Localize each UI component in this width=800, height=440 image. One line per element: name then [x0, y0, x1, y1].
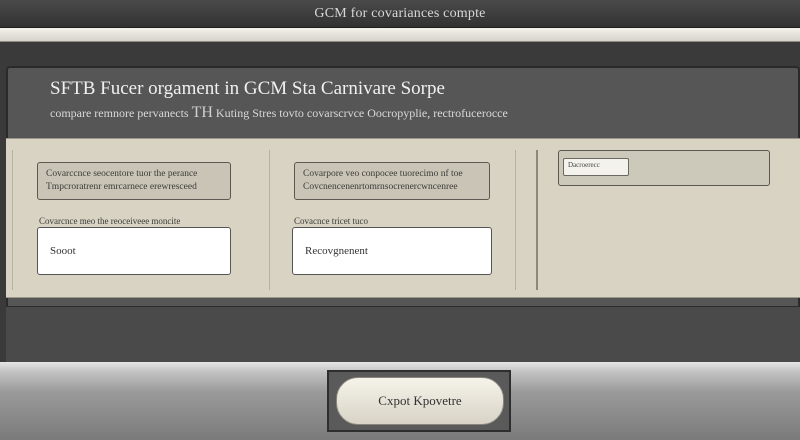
window-title: GCM for covariances compte — [314, 5, 486, 21]
panel-footer — [6, 306, 800, 362]
subtitle-text-pre: compare remnore pervanects — [50, 106, 189, 120]
notice-middle-line2: Covcnencenenrtomrnsocrenercwncenree — [303, 182, 458, 192]
status-box: Dacroerecc — [558, 150, 770, 186]
text-input-middle[interactable]: Recovgnenent — [292, 227, 492, 275]
info-notice-left: Covarccnce seocentore tuor the perance T… — [37, 162, 231, 200]
field-label-middle: Covacnce tricet tuco — [294, 216, 368, 226]
text-input-middle-value: Recovgnenent — [305, 245, 368, 257]
subtitle-emphasis: TH — [191, 104, 213, 121]
form-area: Covarccnce seocentore tuor the perance T… — [6, 138, 800, 298]
export-button[interactable]: Cxpot Kpovetre — [336, 377, 504, 425]
toolbar-band — [0, 28, 800, 42]
form-column-left: Covarccnce seocentore tuor the perance T… — [12, 150, 270, 290]
form-column-right: Dacroerecc — [536, 150, 800, 290]
notice-middle-line1: Covarpore veo conpocee tuorecimo nf toe — [303, 169, 463, 179]
status-field-text: Dacroerecc — [568, 161, 600, 169]
notice-left-line2: Tmpcroratrenr emrcarnece erewresceed — [46, 182, 197, 192]
window-title-bar: GCM for covariances compte — [0, 0, 800, 28]
notice-left-line1: Covarccnce seocentore tuor the perance — [46, 169, 198, 179]
page-subtitle: compare remnore pervanects TH Kuting Str… — [50, 104, 508, 122]
page-title: SFTB Fucer orgament in GCM Sta Carnivare… — [50, 78, 445, 99]
info-notice-middle: Covarpore veo conpocee tuorecimo nf toe … — [294, 162, 490, 200]
field-label-left: Covarcnce meo the reoceiveee moncite — [39, 216, 181, 226]
form-column-middle: Covarpore veo conpocee tuorecimo nf toe … — [270, 150, 516, 290]
status-field[interactable]: Dacroerecc — [563, 158, 629, 176]
export-button-label: Cxpot Kpovetre — [378, 393, 462, 408]
text-input-left-value: Sooot — [50, 245, 76, 257]
subtitle-text-post: Kuting Stres tovto covarscrvce Oocropypl… — [215, 106, 508, 120]
text-input-left[interactable]: Sooot — [37, 227, 231, 275]
